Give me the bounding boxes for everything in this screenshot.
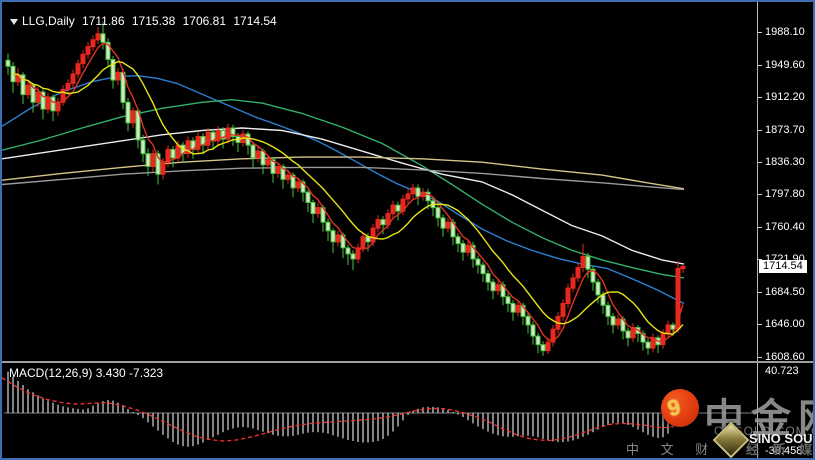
trading-chart-window: LLG,Daily 1711.86 1715.38 1706.81 1714.5… (0, 0, 815, 460)
price-tick-label: 1949.60 (758, 59, 805, 71)
price-tick-label: 1646.00 (758, 318, 805, 330)
symbol-timeframe-label: LLG,Daily (22, 14, 75, 28)
price-tick-label: 1836.30 (758, 156, 805, 168)
tick-dash (758, 96, 762, 98)
macd-indicator-label: MACD(12,26,9) 3.430 -7.323 (9, 366, 164, 380)
price-tick-label: 1912.20 (758, 91, 805, 103)
panel-divider[interactable] (2, 361, 813, 363)
ma-tan (2, 156, 685, 190)
price-tick-label: 1760.40 (758, 221, 805, 233)
tick-dash (758, 226, 762, 228)
tick-dash (758, 323, 762, 325)
tick-dash (758, 31, 762, 33)
price-axis[interactable]: 1714.54 40.723 -38.458 1988.10 1949.60 191… (757, 2, 813, 458)
ohlc-high: 1715.38 (131, 14, 176, 28)
chevron-down-icon (10, 18, 18, 25)
macd-histogram (7, 371, 684, 447)
tick-dash (758, 64, 762, 66)
ohlc-close: 1714.54 (233, 14, 277, 28)
tick-dash (758, 356, 762, 358)
tick-dash (758, 291, 762, 293)
candlesticks (5, 21, 686, 356)
ma-blue (2, 74, 685, 305)
ohlc-low: 1706.81 (182, 14, 226, 28)
price-tick-label: 1873.70 (758, 124, 805, 136)
tick-dash (758, 161, 762, 163)
tick-dash (758, 129, 762, 131)
macd-axis-bottom-label: -38.458 (765, 445, 803, 457)
price-tick-label: 1797.80 (758, 188, 805, 200)
price-chart-canvas[interactable] (2, 2, 815, 460)
price-tick-label: 1684.50 (758, 286, 805, 298)
tick-dash (758, 193, 762, 195)
ma-gray (2, 166, 685, 191)
chart-title: LLG,Daily 1711.86 1715.38 1706.81 1714.5… (10, 14, 281, 28)
ohlc-open: 1711.86 (82, 14, 125, 28)
macd-axis-top-label: 40.723 (765, 365, 799, 377)
current-price-tag: 1714.54 (759, 260, 807, 273)
price-tick-label: 1988.10 (758, 26, 805, 38)
ma-yellow (12, 60, 684, 335)
